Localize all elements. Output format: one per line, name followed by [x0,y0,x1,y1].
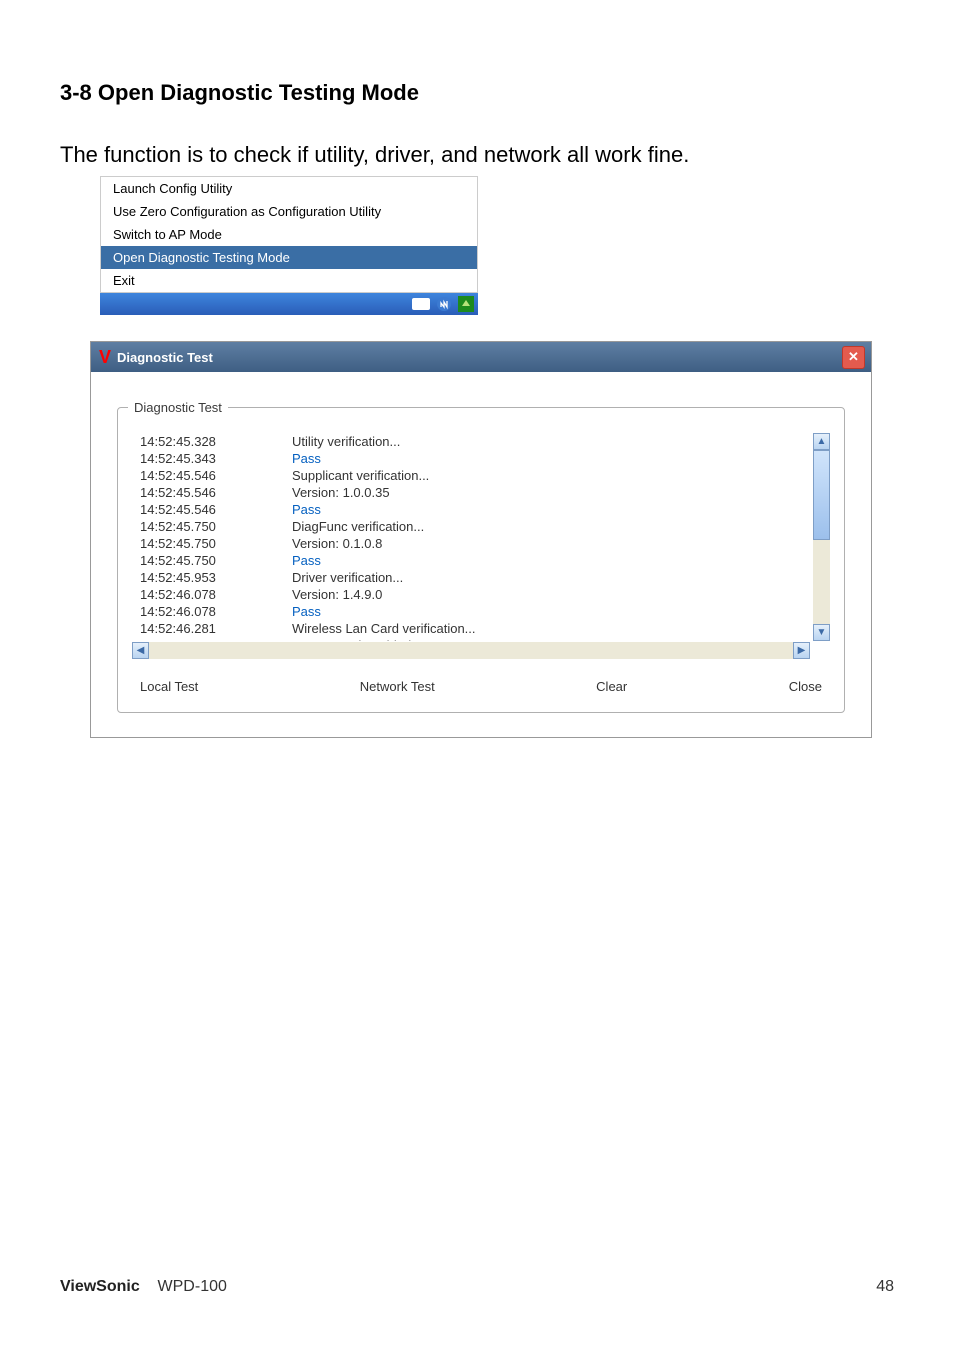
log-timestamp: 14:52:45.546 [132,484,292,501]
log-timestamp: 14:52:45.546 [132,501,292,518]
intro-text: The function is to check if utility, dri… [60,142,894,168]
log-message: WLAN Card enabled [292,637,810,641]
log-timestamp: 14:52:46.281 [132,620,292,637]
log-message: DiagFunc verification... [292,518,810,535]
log-timestamp: 14:52:45.343 [132,450,292,467]
log-message: Wireless Lan Card verification... [292,620,810,637]
footer-brand: ViewSonic [60,1278,140,1295]
tray-menu-screenshot: Launch Config Utility Use Zero Configura… [100,176,478,315]
diagnostic-log: 14:52:45.328Utility verification...14:52… [132,433,810,641]
log-timestamp: 14:52:45.750 [132,552,292,569]
close-icon[interactable]: ✕ [842,346,865,369]
log-timestamp: 14:52:46.078 [132,603,292,620]
app-logo-icon: V [99,348,111,366]
log-message: Pass [292,603,810,620]
log-timestamp: 14:52:46.078 [132,586,292,603]
log-message: Pass [292,501,810,518]
log-message: Supplicant verification... [292,467,810,484]
scroll-up-button[interactable]: ▲ [813,433,830,450]
vertical-scroll-track[interactable] [813,450,830,624]
menu-launch-config-utility[interactable]: Launch Config Utility [101,177,477,200]
horizontal-scroll-track[interactable] [149,642,793,659]
footer-page-number: 48 [876,1278,894,1296]
network-icon[interactable] [436,296,452,312]
menu-exit[interactable]: Exit [101,269,477,292]
network-test-button[interactable]: Network Test [354,675,441,698]
diagnostic-test-dialog: V Diagnostic Test ✕ Diagnostic Test 14:5… [90,341,872,738]
local-test-button[interactable]: Local Test [134,675,204,698]
log-message: Utility verification... [292,433,810,450]
tray-context-menu: Launch Config Utility Use Zero Configura… [100,176,478,293]
dialog-titlebar[interactable]: V Diagnostic Test ✕ [91,342,871,372]
groupbox-title: Diagnostic Test [128,400,228,415]
clear-button[interactable]: Clear [590,675,633,698]
log-timestamp: 14:52:45.328 [132,433,292,450]
log-timestamp: 14:52:45.953 [132,569,292,586]
scroll-down-button[interactable]: ▼ [813,624,830,641]
keyboard-icon [412,298,430,310]
horizontal-scrollbar[interactable]: ◀ ▶ [132,642,810,659]
menu-switch-to-ap-mode[interactable]: Switch to AP Mode [101,223,477,246]
log-timestamp: 14:52:45.750 [132,535,292,552]
log-message: Pass [292,552,810,569]
dialog-title: Diagnostic Test [117,350,213,365]
log-timestamp: 14:52:46.281 [132,637,292,641]
taskbar-tray [100,293,478,315]
menu-open-diagnostic-testing[interactable]: Open Diagnostic Testing Mode [101,246,477,269]
vertical-scrollbar[interactable]: ▲ ▼ [813,433,830,641]
vertical-scroll-thumb[interactable] [813,450,830,540]
log-message: Pass [292,450,810,467]
log-timestamp: 14:52:45.546 [132,467,292,484]
close-button[interactable]: Close [783,675,828,698]
log-message: Version: 0.1.0.8 [292,535,810,552]
scroll-left-button[interactable]: ◀ [132,642,149,659]
section-heading: 3-8 Open Diagnostic Testing Mode [60,80,894,106]
menu-use-zero-configuration[interactable]: Use Zero Configuration as Configuration … [101,200,477,223]
scroll-right-button[interactable]: ▶ [793,642,810,659]
log-timestamp: 14:52:45.750 [132,518,292,535]
log-message: Version: 1.0.0.35 [292,484,810,501]
log-message: Version: 1.4.9.0 [292,586,810,603]
diagnostic-groupbox: Diagnostic Test 14:52:45.328Utility veri… [117,400,845,713]
log-message: Driver verification... [292,569,810,586]
footer-model: WPD-100 [158,1278,227,1295]
wlan-app-icon[interactable] [458,296,474,312]
